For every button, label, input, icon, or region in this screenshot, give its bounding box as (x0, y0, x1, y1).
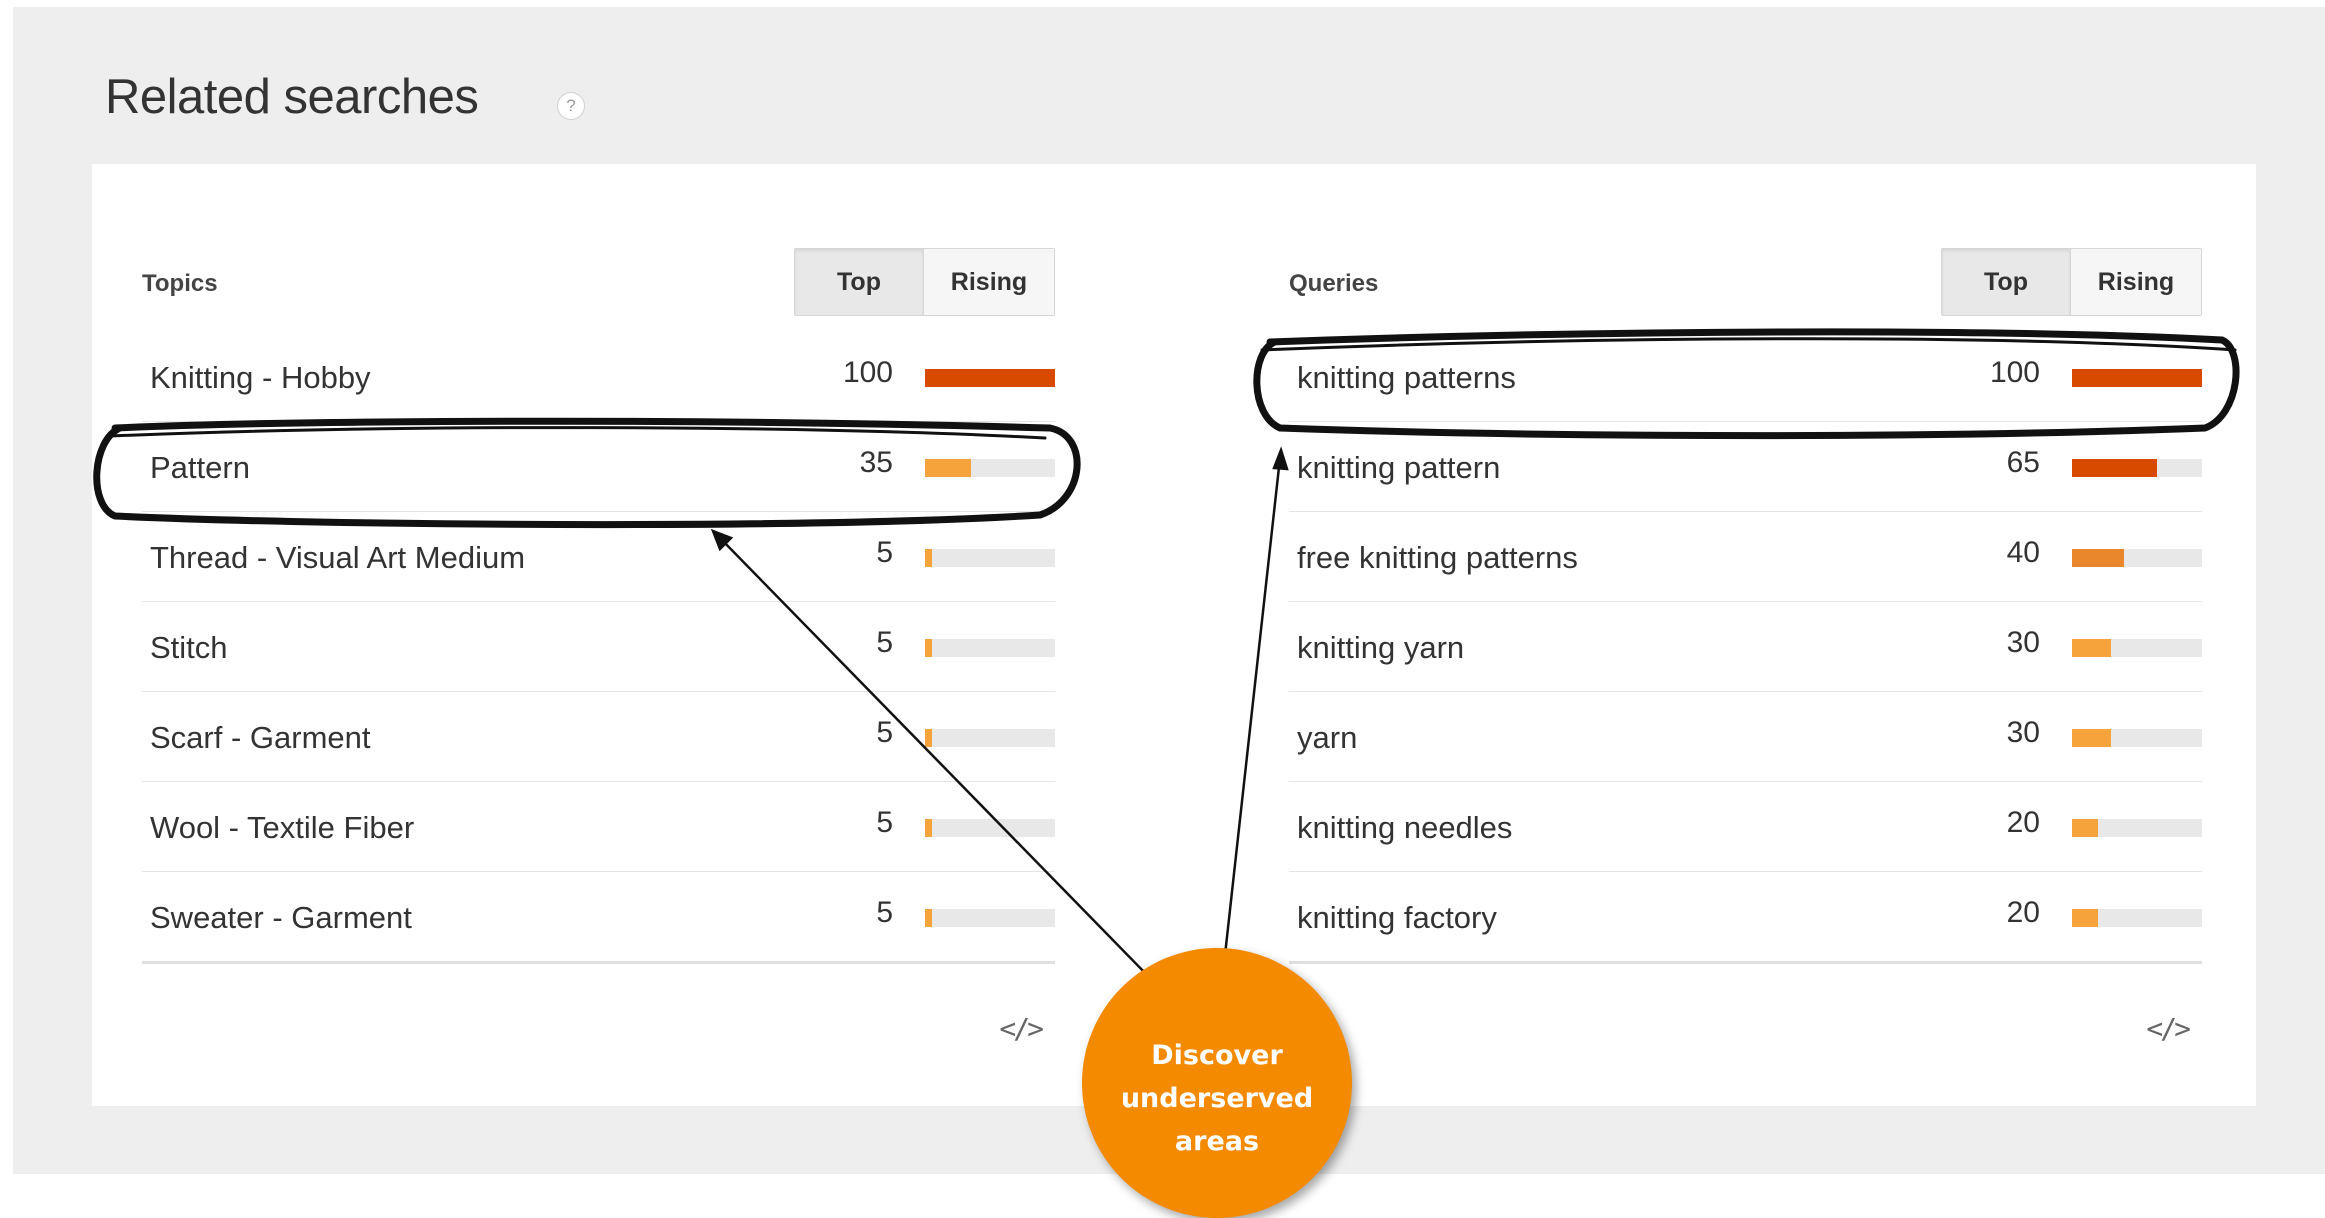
row-label[interactable]: Pattern (150, 450, 250, 486)
topics-column: Topics Top Rising Knitting - Hobby 100 Pat… (142, 164, 1055, 1106)
page-title: Related searches (105, 70, 479, 124)
row-label[interactable]: knitting yarn (1297, 630, 1464, 666)
discover-underserved-callout: Discover underserved areas (1082, 948, 1352, 1218)
row-label[interactable]: Stitch (150, 630, 228, 666)
row-value: 30 (2006, 716, 2040, 749)
row-value: 5 (876, 806, 893, 839)
row-value: 5 (876, 536, 893, 569)
interest-bar (925, 639, 1055, 657)
row-value: 100 (842, 356, 893, 389)
row-value: 5 (876, 716, 893, 749)
row-label[interactable]: Thread - Visual Art Medium (150, 540, 525, 576)
callout-line-1: Discover (1151, 1040, 1283, 1071)
queries-top-button[interactable]: Top (1942, 249, 2071, 315)
interest-bar-fill (925, 909, 932, 927)
table-row[interactable]: knitting pattern 65 (1289, 422, 2202, 512)
row-label[interactable]: Knitting - Hobby (150, 360, 371, 396)
interest-bar (2072, 729, 2202, 747)
interest-bar-fill (2072, 819, 2098, 837)
interest-bar (2072, 549, 2202, 567)
queries-title: Queries (1289, 270, 1379, 297)
topics-title: Topics (142, 270, 218, 297)
interest-bar-fill (925, 729, 932, 747)
row-label[interactable]: knitting pattern (1297, 450, 1500, 486)
row-label[interactable]: yarn (1297, 720, 1357, 756)
interest-bar-fill (2072, 459, 2157, 477)
table-row[interactable]: knitting factory 20 (1289, 872, 2202, 964)
interest-bar-fill (925, 639, 932, 657)
row-label[interactable]: knitting needles (1297, 810, 1512, 846)
callout-line-2: underserved (1120, 1083, 1314, 1114)
interest-bar-fill (2072, 729, 2111, 747)
queries-column: Queries Top Rising knitting patterns 100 k… (1289, 164, 2202, 1106)
row-label[interactable]: knitting factory (1297, 900, 1497, 936)
table-row[interactable]: free knitting patterns 40 (1289, 512, 2202, 602)
topics-toggle: Top Rising (794, 248, 1055, 316)
table-row[interactable]: Wool - Textile Fiber 5 (142, 782, 1055, 872)
help-icon[interactable]: ? (557, 92, 585, 120)
embed-code-icon[interactable]: </> (2146, 1012, 2191, 1045)
row-label[interactable]: Wool - Textile Fiber (150, 810, 414, 846)
interest-bar-fill (925, 459, 971, 477)
queries-list: knitting patterns 100 knitting pattern 65 fr… (1289, 332, 2202, 964)
table-row[interactable]: Thread - Visual Art Medium 5 (142, 512, 1055, 602)
interest-bar (925, 549, 1055, 567)
interest-bar-fill (2072, 549, 2124, 567)
row-label[interactable]: Sweater - Garment (150, 900, 412, 936)
interest-bar (2072, 819, 2202, 837)
interest-bar (925, 909, 1055, 927)
table-row[interactable]: Stitch 5 (142, 602, 1055, 692)
interest-bar (2072, 909, 2202, 927)
table-row[interactable]: knitting yarn 30 (1289, 602, 2202, 692)
row-label[interactable]: free knitting patterns (1297, 540, 1578, 576)
interest-bar-fill (2072, 639, 2111, 657)
interest-bar (925, 819, 1055, 837)
embed-code-icon[interactable]: </> (999, 1012, 1044, 1045)
row-value: 65 (2006, 446, 2040, 479)
queries-toggle: Top Rising (1941, 248, 2202, 316)
table-row[interactable]: Sweater - Garment 5 (142, 872, 1055, 964)
table-row[interactable]: knitting patterns 100 (1289, 332, 2202, 422)
interest-bar-fill (2072, 909, 2098, 927)
row-label[interactable]: Scarf - Garment (150, 720, 371, 756)
topics-list: Knitting - Hobby 100 Pattern 35 Thread - Vis… (142, 332, 1055, 964)
table-row[interactable]: Knitting - Hobby 100 (142, 332, 1055, 422)
interest-bar-fill (2072, 369, 2202, 387)
interest-bar (925, 459, 1055, 477)
table-row[interactable]: Scarf - Garment 5 (142, 692, 1055, 782)
row-value: 5 (876, 626, 893, 659)
row-value: 35 (859, 446, 893, 479)
topics-top-button[interactable]: Top (795, 249, 924, 315)
table-row[interactable]: yarn 30 (1289, 692, 2202, 782)
interest-bar-fill (925, 369, 1055, 387)
row-value: 5 (876, 896, 893, 929)
interest-bar (925, 729, 1055, 747)
row-label[interactable]: knitting patterns (1297, 360, 1516, 396)
interest-bar-fill (925, 819, 932, 837)
interest-bar-fill (925, 549, 932, 567)
row-value: 20 (2006, 806, 2040, 839)
row-value: 40 (2006, 536, 2040, 569)
row-value: 30 (2006, 626, 2040, 659)
row-value: 20 (2006, 896, 2040, 929)
row-value: 100 (1989, 356, 2040, 389)
callout-line-3: areas (1174, 1126, 1260, 1157)
table-row[interactable]: Pattern 35 (142, 422, 1055, 512)
interest-bar (925, 369, 1055, 387)
interest-bar (2072, 639, 2202, 657)
table-row[interactable]: knitting needles 20 (1289, 782, 2202, 872)
interest-bar (2072, 369, 2202, 387)
topics-rising-button[interactable]: Rising (924, 249, 1054, 315)
queries-rising-button[interactable]: Rising (2071, 249, 2201, 315)
interest-bar (2072, 459, 2202, 477)
